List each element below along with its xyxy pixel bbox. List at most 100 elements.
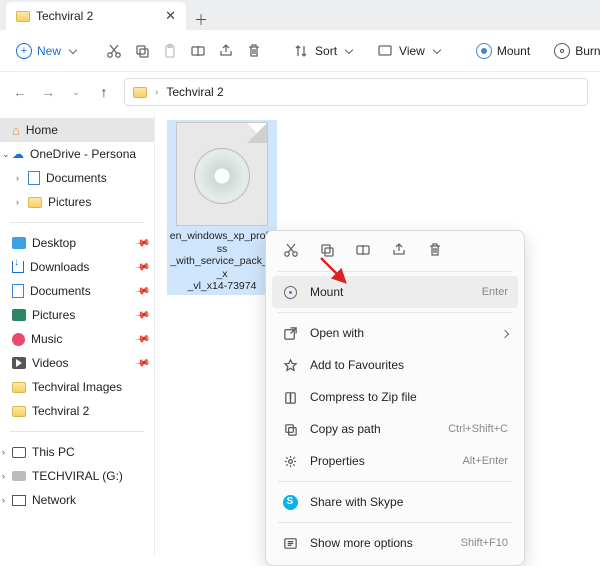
sidebar-item-desktop[interactable]: Desktop 📌 (0, 231, 154, 255)
up-button[interactable]: ↑ (96, 84, 112, 100)
folder-icon (133, 87, 147, 98)
folder-icon (28, 197, 42, 208)
sidebar-item-downloads[interactable]: Downloads 📌 (0, 255, 154, 279)
new-label: New (37, 44, 61, 58)
menu-label: Open with (310, 326, 364, 340)
tab-strip: Techviral 2 ✕ ＋ (0, 0, 600, 30)
mount-button[interactable]: Mount (470, 39, 536, 63)
sidebar-label: Pictures (32, 308, 75, 322)
mount-icon (282, 284, 298, 300)
sidebar-item-home[interactable]: ⌂ Home (0, 118, 154, 142)
separator (278, 271, 512, 272)
sidebar-item-drive[interactable]: › TECHVIRAL (G:) (0, 464, 154, 488)
desktop-icon (12, 237, 26, 249)
sort-button[interactable]: Sort (286, 38, 358, 64)
sidebar-item-od-documents[interactable]: › Documents (0, 166, 154, 190)
downloads-icon (12, 261, 24, 273)
sidebar-item-network[interactable]: › Network (0, 488, 154, 512)
copy-icon[interactable] (134, 42, 150, 60)
expand-icon[interactable]: › (2, 471, 5, 481)
context-item-properties[interactable]: Properties Alt+Enter (272, 445, 518, 477)
active-tab[interactable]: Techviral 2 ✕ (6, 2, 186, 30)
pictures-icon (12, 309, 26, 321)
iso-file-icon (176, 122, 268, 226)
sort-icon (292, 42, 310, 60)
context-item-more-options[interactable]: Show more options Shift+F10 (272, 527, 518, 559)
cut-icon[interactable] (106, 42, 122, 60)
separator (278, 522, 512, 523)
sidebar-item-techviral-images[interactable]: Techviral Images (0, 375, 154, 399)
chevron-down-icon (342, 44, 352, 58)
separator (278, 312, 512, 313)
expand-icon[interactable]: › (2, 495, 5, 505)
pin-icon: 📌 (134, 235, 151, 251)
sidebar-item-this-pc[interactable]: › This PC (0, 440, 154, 464)
expand-icon[interactable]: ⌄ (2, 149, 10, 160)
plus-icon: + (16, 43, 32, 59)
context-item-mount[interactable]: Mount Enter (272, 276, 518, 308)
history-chevron-icon[interactable]: ⌄ (68, 87, 84, 98)
sidebar-item-music[interactable]: Music 📌 (0, 327, 154, 351)
drive-icon (12, 471, 26, 481)
context-item-skype[interactable]: Share with Skype (272, 486, 518, 518)
pin-icon: 📌 (134, 283, 151, 299)
sidebar-item-od-pictures[interactable]: › Pictures (0, 190, 154, 214)
expand-icon[interactable]: › (2, 447, 5, 457)
menu-label: Add to Favourites (310, 358, 404, 372)
context-item-compress[interactable]: Compress to Zip file (272, 381, 518, 413)
close-tab-icon[interactable]: ✕ (165, 8, 176, 24)
pin-icon: 📌 (134, 259, 151, 275)
share-icon[interactable] (390, 241, 408, 259)
file-item-iso[interactable]: en_windows_xp_profess _with_service_pack… (167, 120, 277, 295)
burn-icon (554, 43, 570, 59)
view-icon (376, 42, 394, 60)
rename-icon[interactable] (190, 42, 206, 60)
expand-icon[interactable]: › (16, 197, 19, 207)
sidebar-item-documents[interactable]: Documents 📌 (0, 279, 154, 303)
shortcut: Enter (482, 286, 508, 298)
network-icon (12, 495, 26, 506)
context-menu: Mount Enter Open with Add to Favourites … (265, 230, 525, 566)
cut-icon[interactable] (282, 241, 300, 259)
delete-icon[interactable] (246, 42, 262, 60)
burn-button[interactable]: Burn (548, 39, 600, 63)
context-item-favourites[interactable]: Add to Favourites (272, 349, 518, 381)
back-button[interactable]: ← (12, 84, 28, 100)
shortcut: Shift+F10 (461, 537, 508, 549)
address-row: ← → ⌄ ↑ › Techviral 2 (0, 72, 600, 112)
document-icon (12, 284, 24, 298)
forward-button[interactable]: → (40, 84, 56, 100)
navigation-pane: ⌂ Home ⌄ ☁ OneDrive - Persona › Document… (0, 112, 155, 555)
mount-icon (476, 43, 492, 59)
new-tab-button[interactable]: ＋ (186, 10, 216, 30)
paste-icon[interactable] (162, 42, 178, 60)
sidebar-label: Techviral Images (32, 380, 122, 394)
new-button[interactable]: + New (10, 39, 82, 63)
context-item-open-with[interactable]: Open with (272, 317, 518, 349)
breadcrumb-current[interactable]: Techviral 2 (166, 85, 223, 99)
sidebar-item-onedrive[interactable]: ⌄ ☁ OneDrive - Persona (0, 142, 154, 166)
expand-icon[interactable]: › (16, 173, 19, 183)
sidebar-item-techviral-2[interactable]: Techviral 2 (0, 399, 154, 423)
view-button[interactable]: View (370, 38, 446, 64)
separator (10, 222, 144, 223)
open-with-icon (282, 325, 298, 341)
menu-label: Properties (310, 454, 365, 468)
delete-icon[interactable] (426, 241, 444, 259)
cloud-icon: ☁ (12, 147, 24, 161)
folder-icon (12, 406, 26, 417)
chevron-right-icon (502, 326, 508, 340)
skype-icon (282, 494, 298, 510)
sidebar-label: Techviral 2 (32, 404, 89, 418)
toolbar: + New Sort View Mount Burn (0, 30, 600, 72)
share-icon[interactable] (218, 42, 234, 60)
address-bar[interactable]: › Techviral 2 (124, 78, 588, 106)
view-label: View (399, 44, 425, 58)
annotation-arrow (317, 254, 357, 297)
sidebar-item-videos[interactable]: Videos 📌 (0, 351, 154, 375)
context-item-copy-path[interactable]: Copy as path Ctrl+Shift+C (272, 413, 518, 445)
file-name: en_windows_xp_profess _with_service_pack… (169, 230, 275, 293)
pin-icon: 📌 (134, 355, 151, 371)
context-quick-actions (272, 237, 518, 267)
sidebar-item-pictures[interactable]: Pictures 📌 (0, 303, 154, 327)
